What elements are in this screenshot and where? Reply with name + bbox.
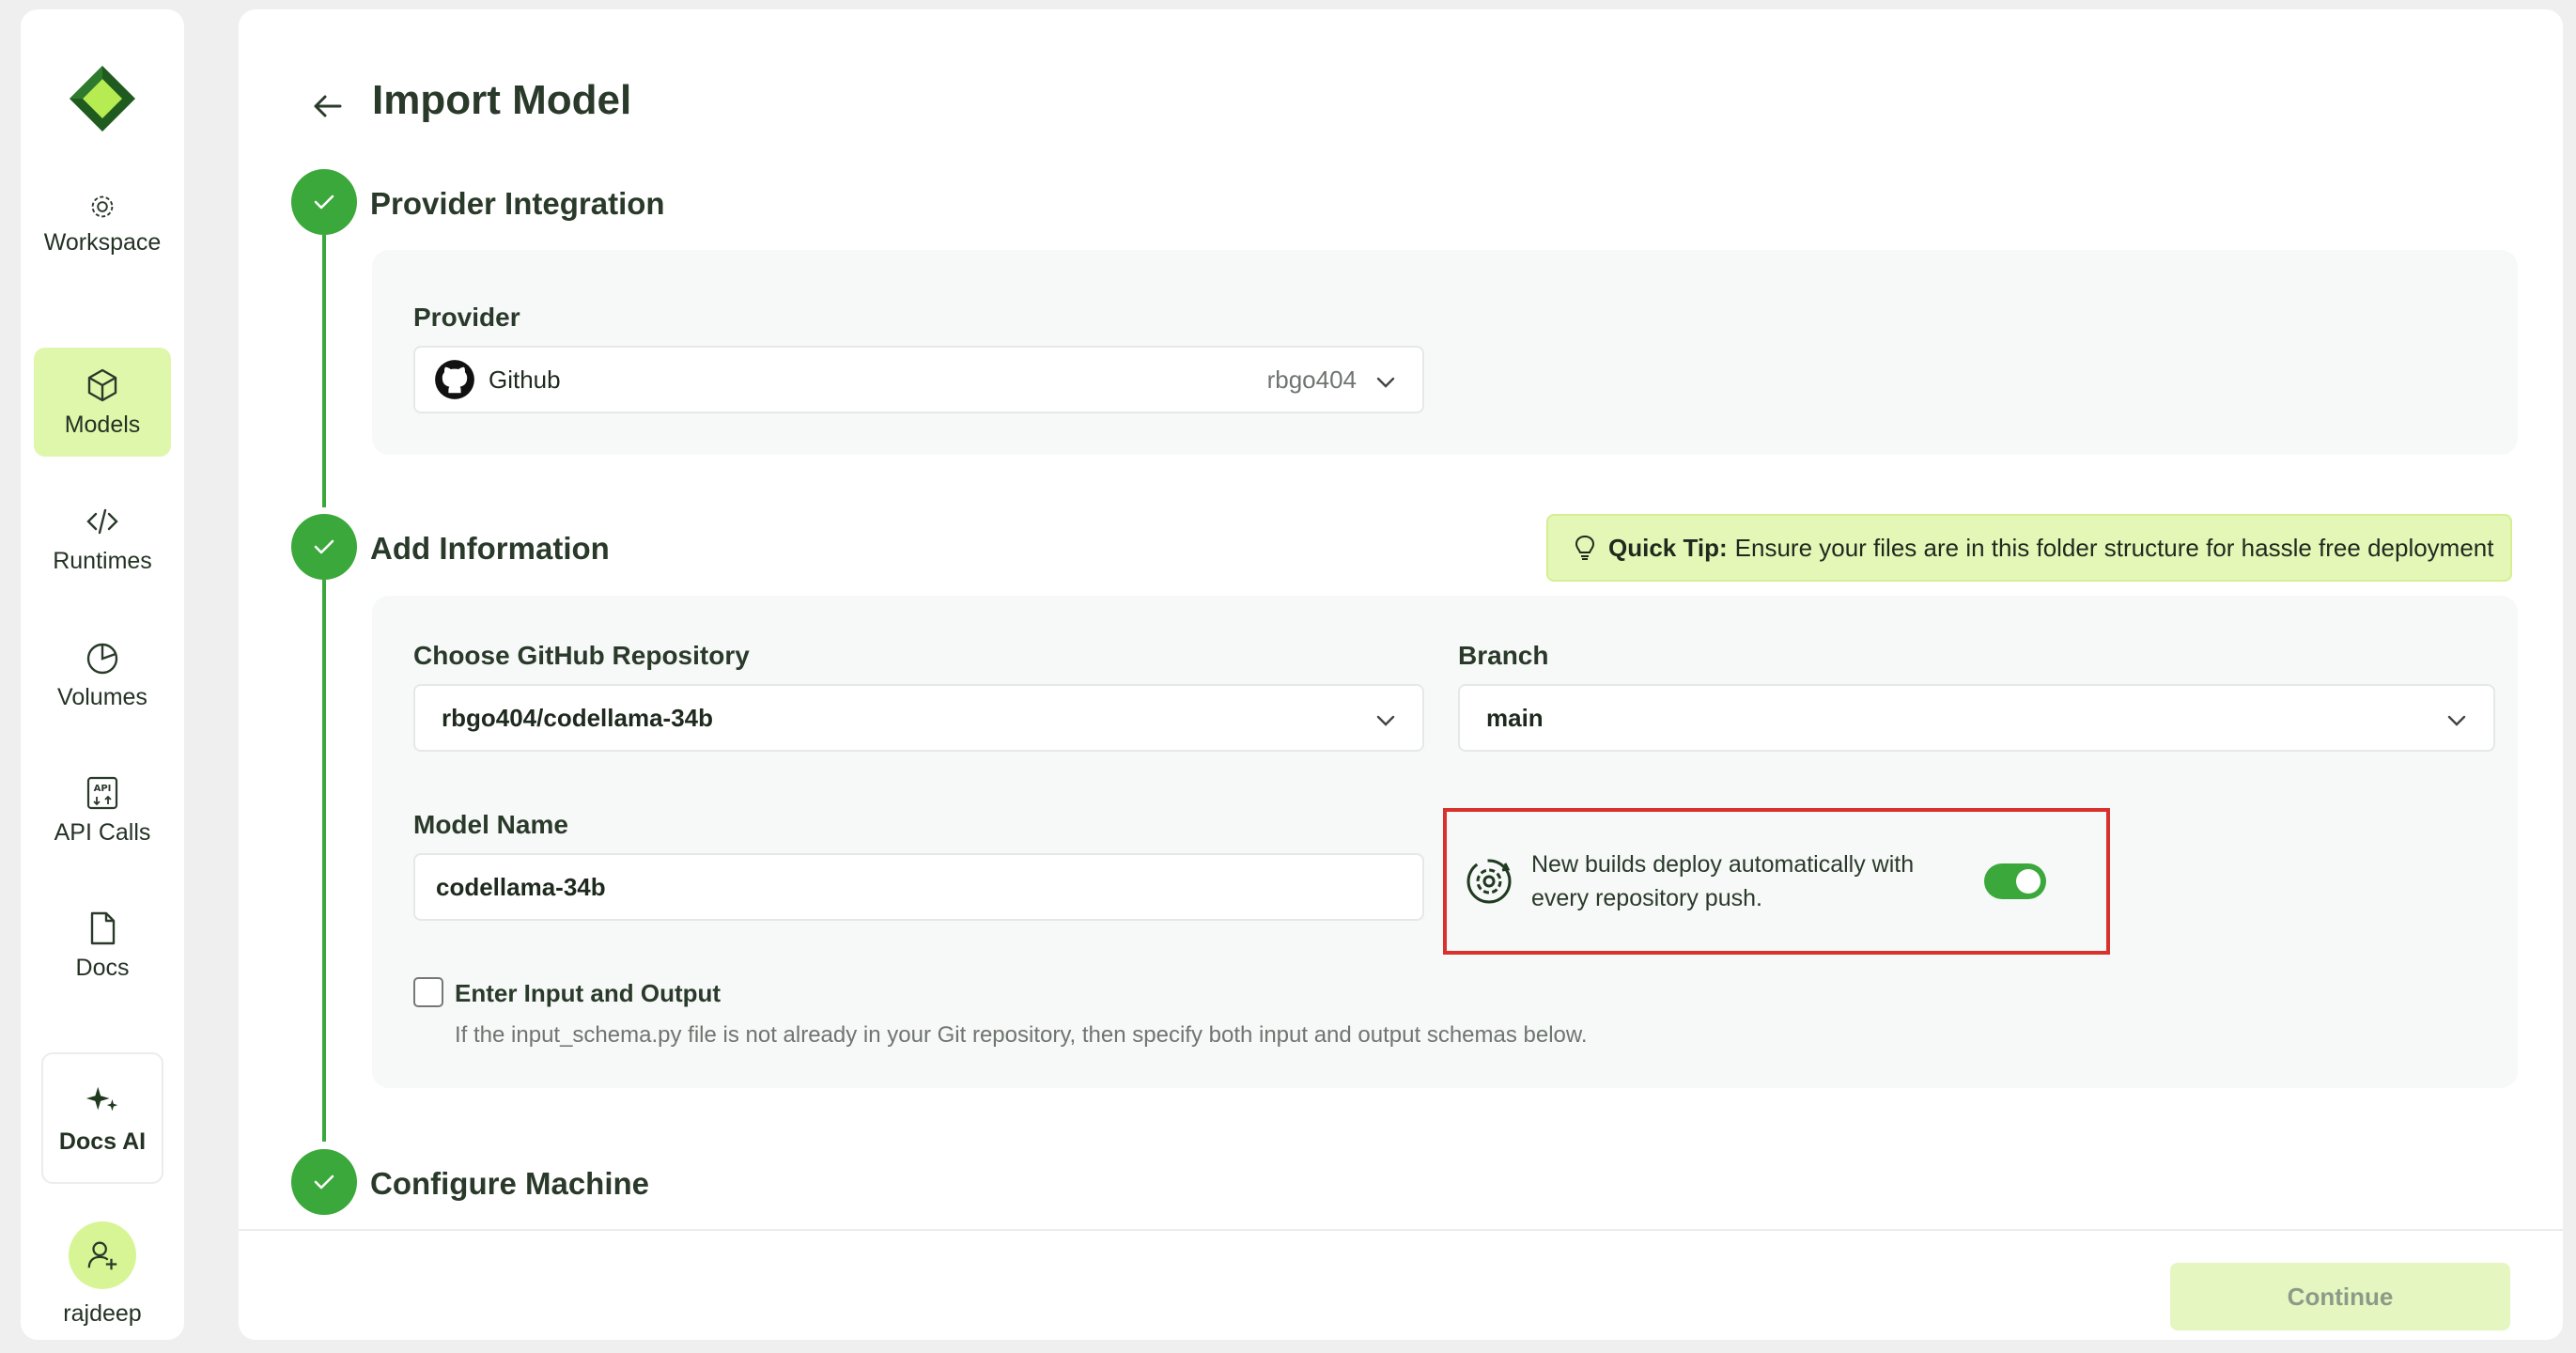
step-connector [322,580,326,1142]
sidebar-item-label: Runtimes [53,547,152,574]
sidebar-item-label: Workspace [43,228,162,256]
sidebar-item-workspace[interactable]: Workspace [34,169,171,278]
model-name-value: codellama-34b [436,872,606,901]
lightbulb-icon [1575,535,1595,560]
repo-value: rbgo404/codellama-34b [442,703,713,732]
check-icon [314,194,334,210]
input-output-checkbox[interactable] [413,977,443,1007]
sidebar-item-models[interactable]: Models [34,348,171,457]
docs-ai-button[interactable]: Docs AI [41,1052,163,1184]
repo-select[interactable]: rbgo404/codellama-34b [413,684,1424,752]
user-name: rajdeep [63,1300,142,1327]
provider-label: Provider [413,303,520,332]
check-icon [314,539,334,554]
cube-icon [87,368,117,401]
tip-text: Ensure your files are in this folder str… [1734,533,2494,562]
code-icon [86,508,118,534]
main-panel: Import Model Provider Integration Provid… [239,9,2563,1340]
continue-button[interactable]: Continue [2170,1263,2510,1330]
provider-select[interactable]: Github rbgo404 [413,346,1424,413]
provider-card: Provider Github rbgo404 [372,250,2518,455]
avatar[interactable] [69,1221,136,1289]
step-machine-check [291,1149,357,1215]
branch-select[interactable]: main [1458,684,2495,752]
sidebar: Workspace Models Runtimes Volumes API AP… [21,9,184,1340]
auto-deploy-setting: New builds deploy automatically with eve… [1443,808,2110,955]
model-name-label: Model Name [413,810,568,839]
svg-text:API: API [94,784,112,794]
sidebar-item-label: Docs [75,954,130,981]
branch-value: main [1486,703,1544,732]
pie-chart-icon [86,643,118,674]
sidebar-item-label: Models [64,411,141,438]
check-icon [314,1174,334,1190]
document-icon [90,911,116,944]
provider-account: rbgo404 [1266,365,1357,394]
auto-deploy-gear-icon [1466,859,1512,904]
auto-deploy-text: New builds deploy automatically with eve… [1531,851,1915,911]
sparkle-icon [85,1086,118,1111]
tip-bold: Quick Tip: [1608,533,1728,562]
page-title: Import Model [372,77,632,123]
sidebar-item-api-calls[interactable]: API API Calls [34,755,171,864]
model-name-input[interactable]: codellama-34b [413,853,1424,921]
input-output-help: If the input_schema.py file is not alrea… [455,1022,1588,1048]
auto-deploy-toggle[interactable] [1984,863,2046,899]
api-icon: API [86,776,118,809]
footer-bar: Continue [239,1229,2563,1340]
github-icon [435,360,474,399]
gear-icon [91,195,114,217]
step-connector [322,235,326,507]
back-arrow-icon[interactable] [306,85,349,128]
step-title-provider: Provider Integration [370,186,665,221]
sidebar-item-docs[interactable]: Docs [34,891,171,1000]
chevron-down-icon [1376,377,1395,388]
user-menu[interactable]: rajdeep [34,1221,171,1334]
docs-ai-label: Docs AI [58,1128,147,1155]
chevron-down-icon [2447,715,2466,726]
step-provider-check [291,169,357,235]
branch-label: Branch [1458,641,1549,670]
step-title-machine: Configure Machine [370,1166,650,1201]
input-output-label[interactable]: Enter Input and Output [455,979,721,1008]
repo-label: Choose GitHub Repository [413,641,750,670]
step-title-info: Add Information [370,531,610,566]
sidebar-item-label: Volumes [57,683,147,710]
quick-tip: Quick Tip: Ensure your files are in this… [1546,514,2512,582]
logo-icon[interactable] [68,64,137,133]
add-user-icon [87,1241,117,1270]
sidebar-item-label: API Calls [54,818,151,846]
sidebar-item-runtimes[interactable]: Runtimes [34,484,171,593]
sidebar-item-volumes[interactable]: Volumes [34,620,171,729]
chevron-down-icon [1376,715,1395,726]
step-info-check [291,514,357,580]
provider-name: Github [489,365,561,394]
toggle-knob [2016,869,2041,894]
